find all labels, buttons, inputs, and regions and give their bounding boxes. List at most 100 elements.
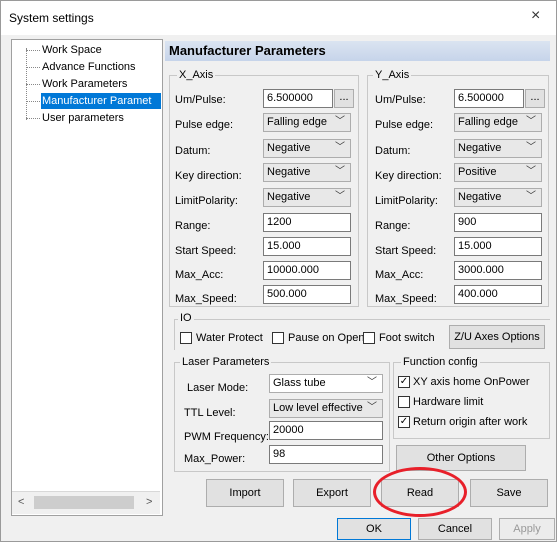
x-max-speed-field[interactable]: 500.000 (263, 285, 351, 304)
chevron-down-icon: ﹀ (367, 377, 377, 388)
ttl-level-label: TTL Level: (184, 407, 236, 419)
function-config-group-label: Function config (401, 356, 480, 368)
x-datum-label: Datum: (175, 145, 211, 157)
water-protect-label: Water Protect (196, 332, 263, 344)
tree-item-work-space[interactable]: Work Space (12, 42, 160, 58)
y-datum-label: Datum: (375, 145, 411, 157)
xy-home-onpower-checkbox[interactable]: ✓ (398, 376, 410, 388)
x-start-speed-label: Start Speed: (175, 245, 237, 257)
panel-title: Manufacturer Parameters (165, 41, 550, 61)
return-origin-checkbox[interactable]: ✓ (398, 416, 410, 428)
y-um-pulse-label: Um/Pulse: (375, 94, 426, 106)
pwm-frequency-label: PWM Frequency: (184, 431, 269, 443)
ok-button[interactable]: OK (337, 518, 411, 540)
laser-mode-label: Laser Mode: (187, 382, 249, 394)
y-key-direction-label: Key direction: (375, 170, 442, 182)
tree-item-advance-functions[interactable]: Advance Functions (12, 59, 160, 75)
x-key-direction-label: Key direction: (175, 170, 242, 182)
chevron-down-icon: ﹀ (335, 166, 345, 177)
y-max-speed-field[interactable]: 400.000 (454, 285, 542, 304)
y-datum-value: Negative (458, 142, 502, 154)
chevron-down-icon: ﹀ (367, 402, 377, 413)
save-button[interactable]: Save (470, 479, 548, 507)
y-max-acc-field[interactable]: 3000.000 (454, 261, 542, 280)
y-um-pulse-field[interactable]: 6.500000 (454, 89, 524, 108)
x-range-field[interactable]: 1200 (263, 213, 351, 232)
y-um-pulse-browse-button[interactable]: ... (525, 89, 545, 108)
laser-mode-select[interactable]: Glass tube ﹀ (269, 374, 383, 393)
y-key-direction-select[interactable]: Positive ﹀ (454, 163, 542, 182)
tree-item-label: Manufacturer Paramet (41, 93, 161, 109)
hardware-limit-label: Hardware limit (413, 396, 484, 408)
chevron-down-icon: ﹀ (335, 191, 345, 202)
other-options-button[interactable]: Other Options (396, 445, 526, 471)
ttl-level-select[interactable]: Low level effective ﹀ (269, 399, 383, 418)
x-limit-polarity-select[interactable]: Negative ﹀ (263, 188, 351, 207)
tree-item-label: Work Space (42, 44, 102, 56)
scroll-right-icon[interactable]: > (146, 496, 152, 508)
x-max-speed-label: Max_Speed: (175, 293, 237, 305)
foot-switch-checkbox[interactable] (363, 332, 375, 344)
cancel-button[interactable]: Cancel (418, 518, 492, 540)
hardware-limit-checkbox[interactable] (398, 396, 410, 408)
y-start-speed-field[interactable]: 15.000 (454, 237, 542, 256)
pause-on-open-label: Pause on Open (288, 332, 365, 344)
export-button[interactable]: Export (293, 479, 371, 507)
tree-item-manufacturer-parameters[interactable]: Manufacturer Paramet (12, 93, 161, 109)
scrollbar-thumb[interactable] (34, 496, 134, 509)
x-pulse-edge-value: Falling edge (267, 116, 327, 128)
max-power-field[interactable]: 98 (269, 445, 383, 464)
x-datum-value: Negative (267, 142, 311, 154)
tree-item-user-parameters[interactable]: User parameters (12, 110, 160, 126)
y-range-field[interactable]: 900 (454, 213, 542, 232)
tree-item-work-parameters[interactable]: Work Parameters (12, 76, 160, 92)
y-pulse-edge-value: Falling edge (458, 116, 518, 128)
ttl-level-value: Low level effective (273, 402, 363, 414)
import-button[interactable]: Import (206, 479, 284, 507)
x-axis-group-label: X_Axis (177, 69, 216, 81)
water-protect-checkbox[interactable] (180, 332, 192, 344)
x-um-pulse-label: Um/Pulse: (175, 94, 226, 106)
x-datum-select[interactable]: Negative ﹀ (263, 139, 351, 158)
x-key-direction-value: Negative (267, 166, 311, 178)
x-max-acc-label: Max_Acc: (175, 269, 224, 281)
y-range-label: Range: (375, 220, 411, 232)
x-pulse-edge-label: Pulse edge: (175, 119, 234, 131)
xy-home-onpower-label: XY axis home OnPower (413, 376, 530, 388)
scroll-left-icon[interactable]: < (18, 496, 24, 508)
y-max-speed-label: Max_Speed: (375, 293, 437, 305)
y-pulse-edge-select[interactable]: Falling edge ﹀ (454, 113, 542, 132)
x-pulse-edge-select[interactable]: Falling edge ﹀ (263, 113, 351, 132)
pwm-frequency-field[interactable]: 20000 (269, 421, 383, 440)
read-button[interactable]: Read (381, 479, 459, 507)
y-limit-polarity-label: LimitPolarity: (375, 195, 438, 207)
y-limit-polarity-value: Negative (458, 191, 502, 203)
y-max-acc-label: Max_Acc: (375, 269, 424, 281)
laser-parameters-group-label: Laser Parameters (180, 356, 272, 368)
title-bar: System settings × (1, 1, 556, 35)
close-icon[interactable]: × (531, 7, 540, 25)
x-um-pulse-field[interactable]: 6.500000 (263, 89, 333, 108)
x-limit-polarity-label: LimitPolarity: (175, 195, 238, 207)
laser-mode-value: Glass tube (273, 377, 326, 389)
x-start-speed-field[interactable]: 15.000 (263, 237, 351, 256)
x-limit-polarity-value: Negative (267, 191, 311, 203)
pause-on-open-checkbox[interactable] (272, 332, 284, 344)
apply-button[interactable]: Apply (499, 518, 555, 540)
x-um-pulse-browse-button[interactable]: ... (334, 89, 354, 108)
y-pulse-edge-label: Pulse edge: (375, 119, 434, 131)
foot-switch-label: Foot switch (379, 332, 435, 344)
io-group-label: IO (178, 312, 194, 324)
y-start-speed-label: Start Speed: (375, 245, 437, 257)
return-origin-label: Return origin after work (413, 416, 528, 428)
x-key-direction-select[interactable]: Negative ﹀ (263, 163, 351, 182)
tree-item-label: User parameters (42, 112, 124, 124)
y-limit-polarity-select[interactable]: Negative ﹀ (454, 188, 542, 207)
system-settings-window: System settings × Work Space Advance Fun… (0, 0, 557, 542)
zu-axes-options-button[interactable]: Z/U Axes Options (449, 325, 545, 349)
max-power-label: Max_Power: (184, 453, 246, 465)
y-datum-select[interactable]: Negative ﹀ (454, 139, 542, 158)
tree-item-label: Work Parameters (42, 78, 128, 90)
tree-horizontal-scrollbar[interactable]: < > (12, 491, 160, 514)
x-max-acc-field[interactable]: 10000.000 (263, 261, 351, 280)
